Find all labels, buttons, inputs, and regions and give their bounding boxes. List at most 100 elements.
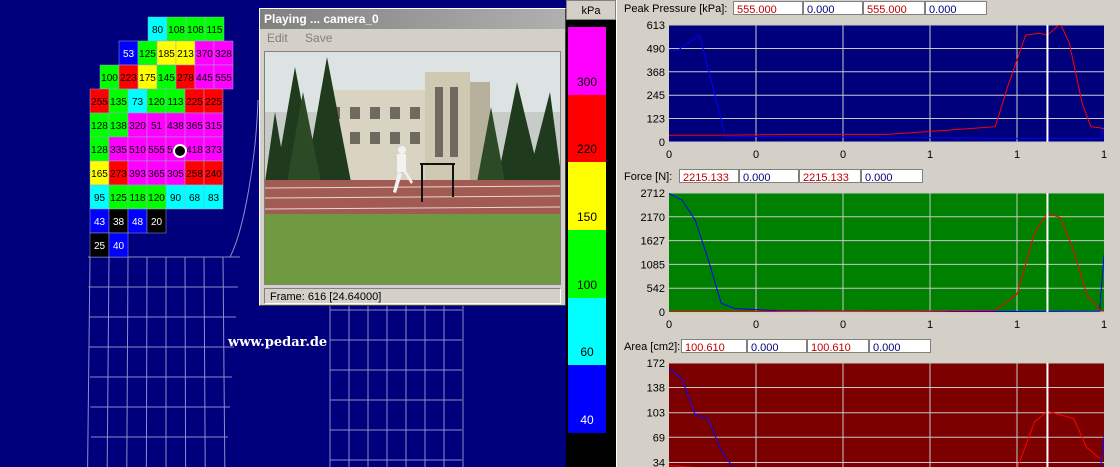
force-panel: Force [N]: 2215.133 0.000 2215.133 0.000…: [616, 168, 1120, 338]
y-tick-label: 490: [647, 43, 665, 55]
menu-save[interactable]: Save: [305, 31, 332, 45]
video-window[interactable]: Playing ... camera_0 Edit Save Frame: 61…: [259, 8, 566, 306]
video-window-title[interactable]: Playing ... camera_0: [260, 9, 565, 29]
pressure-sensor-cell: 40: [108, 232, 129, 258]
pressure-sensor-cell: 73: [127, 88, 148, 114]
svg-text:120: 120: [148, 193, 165, 204]
legend-label: 60: [580, 345, 594, 360]
svg-text:510: 510: [129, 145, 146, 156]
svg-text:225: 225: [186, 97, 203, 108]
y-tick-label: 1085: [641, 259, 665, 271]
color-scale-legend: kPa 300 220 150 100 60 40: [566, 0, 616, 467]
area-panel: Area [cm2]: 100.610 0.000 100.610 0.000 …: [616, 338, 1120, 467]
pressure-sensor-cell: 438: [165, 112, 186, 138]
pressure-sensor-cell: 108: [166, 16, 187, 42]
y-tick-label: 103: [647, 408, 665, 420]
plot-background: [669, 25, 1104, 142]
pressure-sensor-cell: 510: [127, 136, 148, 162]
value-current: 100.610: [681, 339, 747, 353]
peak-pressure-panel: Peak Pressure [kPa]: 555.000 0.000 555.0…: [616, 0, 1120, 168]
svg-text:25: 25: [94, 241, 106, 252]
svg-text:100: 100: [101, 73, 118, 84]
menu-edit[interactable]: Edit: [267, 31, 288, 45]
pressure-sensor-cell: 125: [108, 184, 129, 210]
svg-text:335: 335: [110, 145, 127, 156]
svg-text:438: 438: [167, 121, 184, 132]
svg-text:365: 365: [148, 169, 165, 180]
legend-color-bar: 300 220 150 100 60 40: [568, 27, 606, 467]
pressure-sensor-cell: 100: [99, 64, 120, 90]
svg-text:185: 185: [158, 49, 175, 60]
svg-text:80: 80: [152, 25, 164, 36]
svg-text:315: 315: [205, 121, 222, 132]
peak-pressure-chart[interactable]: 61349036824512300 0 0 1 1 1: [617, 17, 1120, 168]
pressure-sensor-cell: 68: [184, 184, 205, 210]
pressure-sensor-cell: 373: [203, 136, 224, 162]
svg-text:135: 135: [110, 97, 127, 108]
pressure-sensor-cell: 370: [194, 40, 215, 66]
y-tick-label: 1627: [641, 236, 665, 248]
svg-text:240: 240: [205, 169, 222, 180]
pressure-sensor-cell: 125: [137, 40, 158, 66]
x-tick-label: 0: [666, 149, 672, 161]
pressure-sensor-cell: 113: [165, 88, 186, 114]
value-max: 2215.133: [799, 169, 861, 183]
y-tick-label: 172: [647, 358, 665, 370]
svg-text:118: 118: [130, 193, 146, 204]
y-tick-label: 613: [647, 20, 665, 32]
pressure-sensor-cell: 305: [165, 160, 186, 186]
y-tick-label: 2170: [641, 212, 665, 224]
y-tick-label: 0: [659, 307, 665, 319]
svg-text:305: 305: [167, 169, 184, 180]
svg-text:43: 43: [94, 217, 106, 228]
area-chart[interactable]: 172 138 103 69 34: [617, 355, 1120, 467]
pressure-sensor-cell: 365: [146, 160, 167, 186]
pressure-sensor-cell: 213: [175, 40, 196, 66]
y-tick-label: 138: [647, 383, 665, 395]
x-tick-label: 1: [927, 319, 933, 331]
pressure-sensor-cell: 118: [127, 184, 148, 210]
svg-text:278: 278: [177, 73, 194, 84]
pressure-sensor-cell: 555: [213, 64, 234, 90]
x-tick-label: 1: [1101, 149, 1107, 161]
pressure-sensor-cell: 393: [127, 160, 148, 186]
pressure-sensor-cell: 38: [108, 208, 129, 234]
svg-text:68: 68: [189, 193, 201, 204]
pressure-sensor-cell: 120: [146, 184, 167, 210]
x-tick-label: 1: [1101, 319, 1107, 331]
pressure-sensor-cell: 53: [118, 40, 139, 66]
selected-sensor-marker[interactable]: [173, 144, 187, 158]
svg-text:90: 90: [170, 193, 182, 204]
value-min: 0.000: [739, 169, 799, 183]
pressure-sensor-cell: 128: [89, 112, 110, 138]
watermark-text: www.pedar.de: [228, 335, 328, 350]
legend-label: 40: [580, 413, 594, 428]
x-tick-label: 0: [753, 149, 759, 161]
svg-text:555: 555: [148, 145, 165, 156]
value-min-2: 0.000: [861, 169, 923, 183]
legend-label: 300: [576, 74, 598, 89]
pressure-sensor-cell: 255: [89, 88, 110, 114]
svg-text:223: 223: [120, 73, 137, 84]
y-tick-label: 69: [653, 432, 665, 444]
pressure-sensor-cell: 335: [108, 136, 129, 162]
force-chart[interactable]: 271221701627108554200 0 0 1 1 1: [617, 185, 1120, 338]
pressure-sensor-cell: 258: [184, 160, 205, 186]
pressure-sensor-cell: 25: [89, 232, 110, 258]
legend-label: 220: [576, 142, 598, 157]
pressure-sensor-cell: 80: [147, 16, 168, 42]
video-menu-bar: Edit Save: [260, 29, 565, 48]
pressure-sensor-cell: 138: [108, 112, 129, 138]
svg-text:365: 365: [186, 121, 203, 132]
pressure-sensor-cell: 165: [89, 160, 110, 186]
pressure-sensor-cell: 320: [127, 112, 148, 138]
svg-text:445: 445: [196, 73, 213, 84]
y-tick-label: 542: [647, 283, 665, 295]
value-min: 0.000: [747, 339, 807, 353]
y-tick-label: 245: [647, 90, 665, 102]
svg-text:328: 328: [215, 49, 232, 60]
svg-text:370: 370: [196, 49, 213, 60]
pressure-sensor-cell: 43: [89, 208, 110, 234]
panel-title: Peak Pressure [kPa]:: [624, 3, 728, 15]
svg-text:108: 108: [187, 25, 204, 36]
